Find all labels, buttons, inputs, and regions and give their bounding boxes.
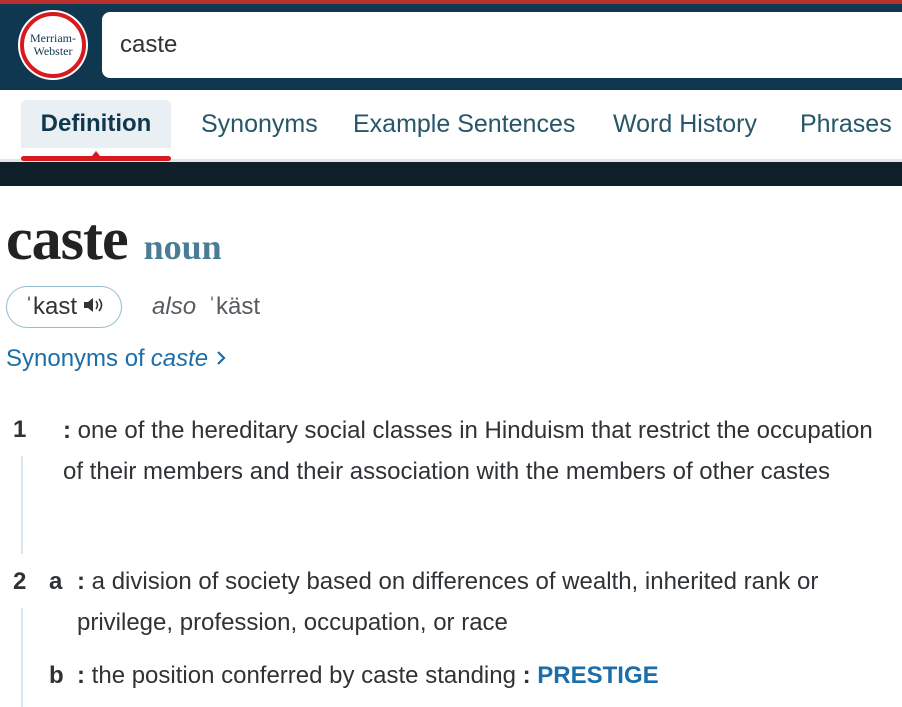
header-accent-stripe (0, 0, 902, 4)
headword: caste (6, 206, 129, 272)
also-label: also (152, 293, 197, 320)
tab-example-sentences[interactable]: Example Sentences (353, 100, 575, 148)
sense-2b-text: the position conferred by caste standing (91, 662, 516, 689)
definition-colon: : (77, 662, 85, 689)
header-divider-bar (0, 162, 902, 186)
pronunciation-text: ˈkast (25, 293, 78, 320)
site-header: Merriam- Webster (0, 0, 902, 90)
chevron-right-icon (216, 345, 226, 373)
sense-divider-line (21, 456, 23, 554)
sense-2b-definition: : the position conferred by caste standi… (77, 655, 897, 696)
speaker-icon (83, 293, 107, 321)
tab-word-history[interactable]: Word History (613, 100, 757, 148)
logo-text-line2: Webster (33, 44, 73, 58)
synonyms-link-word: caste (150, 345, 209, 372)
definition-colon: : (63, 417, 71, 444)
pronunciation-button[interactable]: ˈkast (6, 286, 123, 328)
sense-number-2: 2 (13, 568, 27, 595)
synonyms-link-prefix: Synonyms of (6, 345, 145, 372)
synonym-xref-link[interactable]: PRESTIGE (537, 662, 658, 689)
sense-letter-b: b (49, 662, 64, 689)
synonyms-link[interactable]: Synonyms of caste (6, 345, 226, 373)
sense-letter-a: a (49, 568, 63, 595)
part-of-speech[interactable]: noun (144, 226, 222, 268)
sense-1-definition: : one of the hereditary social classes i… (63, 410, 893, 492)
synonym-colon: : (522, 662, 531, 689)
entry-nav-tabs: Definition Synonyms Example Sentences Wo… (0, 90, 902, 162)
search-bar (102, 12, 902, 78)
tab-phrases[interactable]: Phrases (800, 100, 892, 148)
definition-colon: : (77, 568, 85, 595)
sense-2a-text: a division of society based on differenc… (77, 568, 819, 636)
headword-row: caste noun (6, 205, 222, 274)
tab-definition[interactable]: Definition (21, 100, 171, 148)
search-input[interactable] (120, 31, 902, 59)
active-tab-indicator (21, 151, 171, 161)
merriam-webster-logo[interactable]: Merriam- Webster (20, 12, 86, 78)
sense-number-1: 1 (13, 416, 27, 443)
pronunciation-row: ˈkast also ˈkäst (6, 286, 260, 328)
sense-divider-line (21, 608, 23, 707)
sense-2a-definition: : a division of society based on differe… (77, 561, 897, 643)
alternate-pronunciation: ˈkäst (208, 293, 261, 320)
tab-synonyms[interactable]: Synonyms (201, 100, 318, 148)
sense-1-text: one of the hereditary social classes in … (63, 417, 873, 485)
